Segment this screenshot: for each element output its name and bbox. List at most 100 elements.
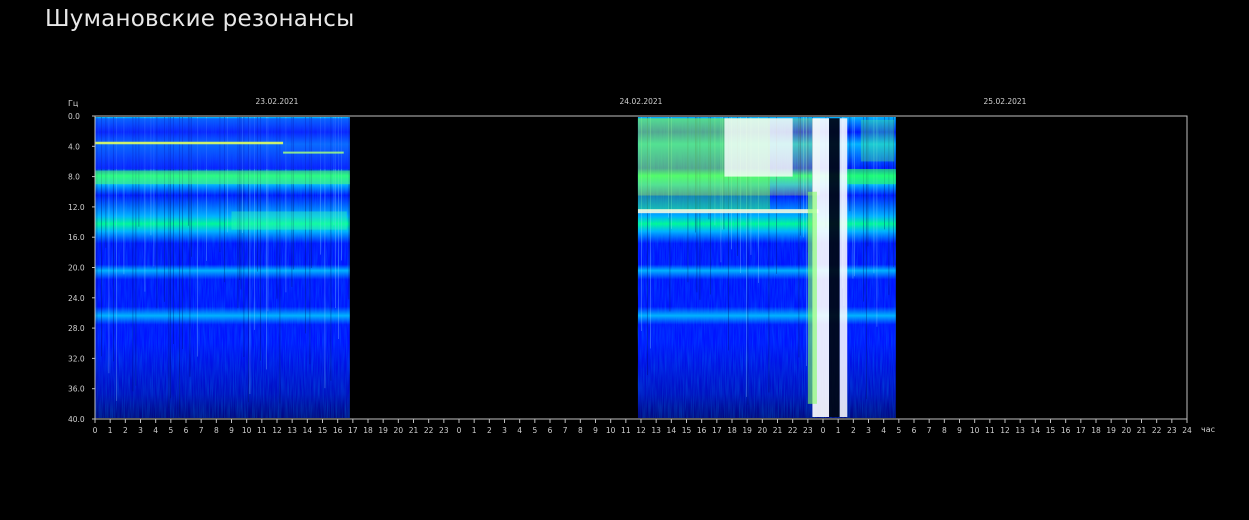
x-axis-label: час	[1201, 425, 1215, 434]
x-tick-label: 1	[836, 426, 841, 435]
x-tick-label: 19	[742, 426, 752, 435]
x-tick-label: 4	[881, 426, 886, 435]
x-tick-label: 23	[439, 426, 449, 435]
y-tick-label: 36.0	[68, 385, 85, 394]
segment-2-late-noise	[860, 119, 895, 162]
x-tick-label: 18	[727, 426, 737, 435]
x-tick-label: 13	[1015, 426, 1025, 435]
x-tick-label: 22	[424, 426, 434, 435]
x-tick-label: 6	[184, 426, 189, 435]
x-tick-label: 6	[912, 426, 917, 435]
x-tick-label: 3	[502, 426, 507, 435]
y-tick-label: 28.0	[68, 324, 85, 333]
x-tick-label: 3	[866, 426, 871, 435]
x-tick-label: 0	[457, 426, 462, 435]
x-axis: 0 1 2 3 4 5 6 7 8 9 10 11 12 13 14 15 16 17 18 19 20 21 22 23 0 1…	[93, 419, 1192, 435]
x-tick-label: 0	[821, 426, 826, 435]
spectro-streak	[849, 117, 851, 212]
x-tick-label: 17	[1076, 426, 1086, 435]
x-tick-label: 14	[1031, 426, 1041, 435]
schumann-spectrogram-chart: 23.02.2021 24.02.2021 25.02.2021 0.0 4.0 8.0…	[68, 97, 1215, 435]
x-tick-label: 19	[1106, 426, 1116, 435]
x-tick-label: 4	[153, 426, 158, 435]
segment-2-gap	[829, 118, 840, 418]
x-tick-label: 21	[409, 426, 419, 435]
y-tick-label: 20.0	[68, 264, 85, 273]
x-tick-label: 9	[957, 426, 962, 435]
x-tick-label: 8	[578, 426, 583, 435]
x-tick-label: 10	[242, 426, 252, 435]
segment-2-saturation	[724, 118, 793, 177]
segment-2-burst-2	[839, 118, 848, 418]
y-tick-label: 32.0	[68, 354, 85, 363]
y-axis: 0.0 4.0 8.0 12.0 16.0 20.0 24.0 28.0 32.0 36.0 40.…	[68, 112, 95, 424]
x-tick-label: 2	[851, 426, 856, 435]
x-tick-label: 16	[697, 426, 707, 435]
spectro-streak	[852, 117, 854, 279]
x-tick-label: 2	[123, 426, 128, 435]
x-tick-label: 5	[532, 426, 537, 435]
spectro-streak	[854, 117, 855, 277]
segment-1-line-5hz	[283, 151, 344, 154]
x-tick-label: 17	[712, 426, 722, 435]
segment-1-band-14hz	[231, 211, 347, 230]
x-tick-label: 12	[272, 426, 282, 435]
x-tick-label: 11	[257, 426, 267, 435]
segment-2-band-8hz	[847, 169, 896, 185]
y-tick-label: 40.0	[68, 415, 85, 424]
x-tick-label: 9	[593, 426, 598, 435]
x-tick-label: 18	[363, 426, 373, 435]
x-tick-label: 5	[168, 426, 173, 435]
x-tick-label: 21	[1137, 426, 1147, 435]
x-tick-label: 7	[927, 426, 932, 435]
date-labels: 23.02.2021 24.02.2021 25.02.2021	[256, 97, 1027, 106]
x-tick-label: 18	[1091, 426, 1101, 435]
segment-2-line-13hz	[637, 209, 819, 214]
y-tick-label: 4.0	[68, 142, 80, 151]
x-tick-label: 4	[517, 426, 522, 435]
x-tick-label: 8	[214, 426, 219, 435]
x-tick-label: 0	[93, 426, 98, 435]
date-label-3: 25.02.2021	[984, 97, 1027, 106]
x-tick-label: 16	[333, 426, 343, 435]
x-tick-label: 1	[108, 426, 113, 435]
x-tick-label: 15	[318, 426, 328, 435]
y-tick-label: 0.0	[68, 112, 80, 121]
x-tick-label: 20	[394, 426, 404, 435]
x-tick-label: 16	[1061, 426, 1071, 435]
x-tick-label: 20	[1122, 426, 1132, 435]
x-tick-label: 10	[970, 426, 980, 435]
x-tick-label: 23	[803, 426, 813, 435]
x-tick-label: 12	[1000, 426, 1010, 435]
y-tick-label: 8.0	[68, 173, 80, 182]
x-tick-label: 8	[942, 426, 947, 435]
y-tick-label: 24.0	[68, 294, 85, 303]
y-axis-label: Гц	[68, 99, 79, 108]
x-tick-label: 7	[199, 426, 204, 435]
segment-2-burst-glow	[807, 191, 817, 404]
x-tick-label: 13	[651, 426, 661, 435]
x-tick-label: 6	[548, 426, 553, 435]
x-tick-label: 15	[682, 426, 692, 435]
x-tick-label: 7	[563, 426, 568, 435]
segment-1-band-7-8hz	[95, 170, 350, 185]
date-label-2: 24.02.2021	[620, 97, 663, 106]
x-tick-label: 19	[378, 426, 388, 435]
x-tick-label: 10	[606, 426, 616, 435]
x-tick-label: 24	[1182, 426, 1192, 435]
x-tick-label: 1	[472, 426, 477, 435]
x-tick-label: 22	[1152, 426, 1162, 435]
date-label-1: 23.02.2021	[256, 97, 299, 106]
x-tick-label: 2	[487, 426, 492, 435]
segment-1-line-3hz	[95, 141, 284, 145]
x-tick-label: 9	[229, 426, 234, 435]
x-tick-label: 12	[636, 426, 646, 435]
spectrogram-layer	[95, 117, 896, 418]
x-tick-label: 14	[303, 426, 313, 435]
x-tick-label: 5	[896, 426, 901, 435]
x-tick-label: 22	[788, 426, 798, 435]
x-tick-label: 13	[287, 426, 297, 435]
x-tick-label: 20	[758, 426, 768, 435]
x-tick-label: 21	[773, 426, 783, 435]
x-tick-label: 14	[667, 426, 677, 435]
